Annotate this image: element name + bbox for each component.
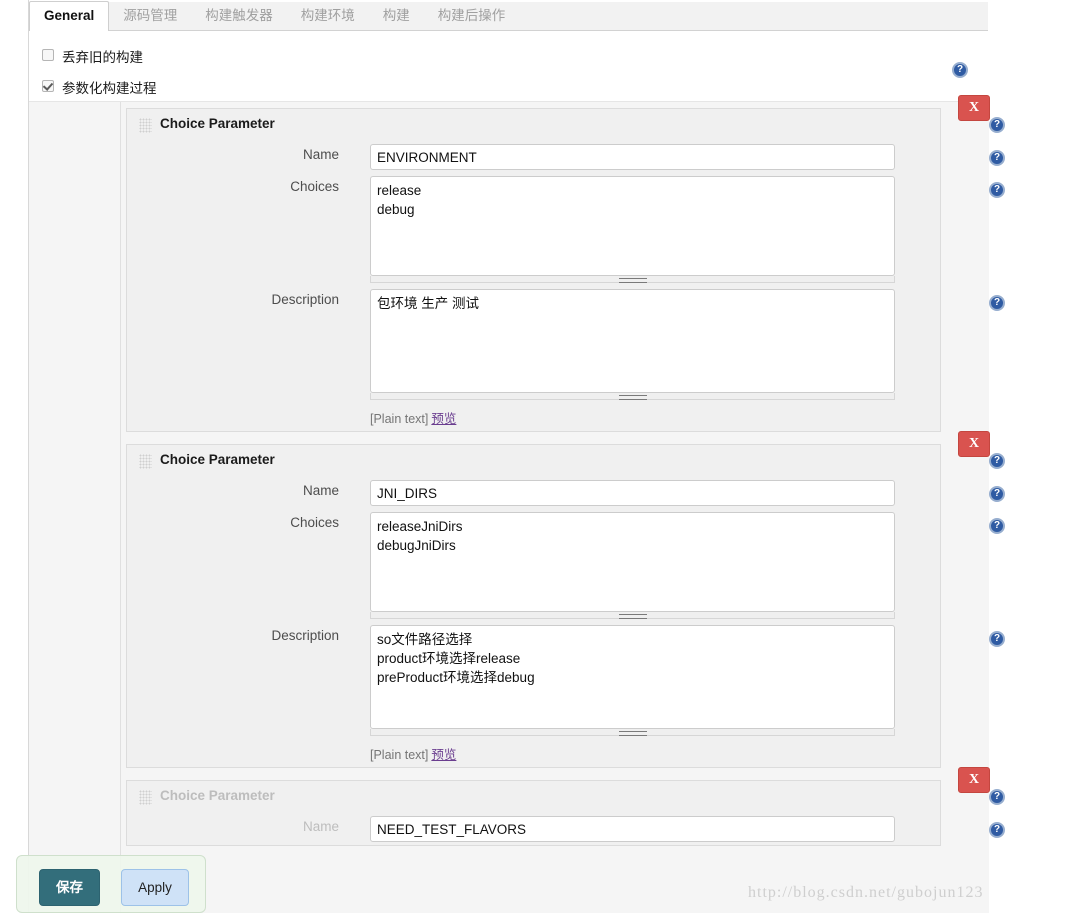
help-icon-parameter-block[interactable]: ?	[989, 117, 1005, 133]
name-input[interactable]	[370, 480, 895, 506]
help-icon-parameter-block[interactable]: ?	[989, 789, 1005, 805]
help-icon-choices[interactable]: ?	[989, 518, 1005, 534]
parameter-block-title: Choice Parameter	[160, 452, 275, 467]
plain-text-label: [Plain text]	[370, 748, 429, 762]
tab-source-management[interactable]: 源码管理	[109, 2, 191, 31]
tab-post-build-actions-label: 构建后操作	[437, 8, 506, 23]
tab-build-triggers-label: 构建触发器	[205, 8, 273, 23]
help-icon-description[interactable]: ?	[989, 295, 1005, 311]
name-field-row: Name ?	[127, 477, 1005, 509]
help-icon-name[interactable]: ?	[989, 822, 1005, 838]
help-icon-name[interactable]: ?	[989, 150, 1005, 166]
config-form-body: 丢弃旧的构建 ? 参数化构建过程 ? Choice Parameter X ?	[29, 31, 1005, 913]
delete-parameter-button[interactable]: X	[958, 95, 990, 121]
description-label: Description	[271, 292, 339, 307]
drag-handle-icon[interactable]	[139, 454, 152, 469]
help-icon-parameter-block[interactable]: ?	[989, 453, 1005, 469]
description-textarea[interactable]: 包环境 生产 测试	[370, 289, 895, 393]
markup-format-row: [Plain text] 预览	[370, 403, 940, 431]
tab-source-management-label: 源码管理	[123, 8, 178, 23]
preview-link[interactable]: 预览	[431, 748, 456, 762]
parameters-region: Choice Parameter X ? Name ? C	[29, 95, 1005, 913]
name-field-wrap	[370, 816, 895, 842]
help-icon-choices[interactable]: ?	[989, 182, 1005, 198]
parameter-block-header: Choice Parameter X ?	[127, 431, 1005, 477]
name-field-row: Name ?	[127, 141, 1005, 173]
name-field-row: Name ?	[127, 813, 1005, 845]
parameter-block-header: Choice Parameter X ?	[127, 95, 1005, 141]
tab-post-build-actions[interactable]: 构建后操作	[424, 2, 520, 31]
jenkins-job-config-page: General 源码管理 构建触发器 构建环境 构建 构建后操作 丢弃旧的构建 …	[0, 0, 1070, 913]
page-left-gutter	[0, 0, 29, 913]
tab-build[interactable]: 构建	[369, 2, 424, 31]
parameterized-build-label: 参数化构建过程	[62, 81, 157, 96]
description-textarea-resize-handle[interactable]	[370, 729, 895, 736]
choices-textarea-resize-handle[interactable]	[370, 276, 895, 283]
save-button[interactable]: 保存	[39, 869, 100, 906]
discard-old-builds-checkbox[interactable]	[42, 49, 54, 61]
preview-link[interactable]: 预览	[431, 412, 456, 426]
name-field-wrap	[370, 144, 895, 170]
choices-field-wrap: release debug	[370, 176, 895, 283]
name-label: Name	[302, 819, 339, 834]
parameterized-build-checkbox[interactable]	[42, 80, 54, 92]
tab-general[interactable]: General	[29, 1, 110, 32]
plain-text-label: [Plain text]	[370, 412, 429, 426]
description-field-wrap: so文件路径选择 product环境选择release preProduct环境…	[370, 625, 895, 736]
apply-button[interactable]: Apply	[121, 869, 189, 906]
choices-field-row: Choices releaseJniDirs debugJniDirs ?	[127, 509, 1005, 622]
name-field-wrap	[370, 480, 895, 506]
choices-label: Choices	[290, 179, 339, 194]
choices-field-row: Choices release debug ?	[127, 173, 1005, 286]
discard-old-builds-label: 丢弃旧的构建	[62, 50, 143, 65]
description-field-row: Description so文件路径选择 product环境选择release …	[127, 622, 1005, 739]
parameter-block-title: Choice Parameter	[160, 788, 275, 803]
parameters-list: Choice Parameter X ? Name ? C	[126, 95, 1005, 858]
choices-field-wrap: releaseJniDirs debugJniDirs	[370, 512, 895, 619]
description-textarea-resize-handle[interactable]	[370, 393, 895, 400]
drag-handle-icon[interactable]	[139, 790, 152, 805]
config-tab-bar: General 源码管理 构建触发器 构建环境 构建 构建后操作	[29, 1, 988, 32]
parameter-block-title: Choice Parameter	[160, 116, 275, 131]
description-field-row: Description 包环境 生产 测试 ?	[127, 286, 1005, 403]
tab-build-environment[interactable]: 构建环境	[287, 2, 369, 31]
description-label: Description	[271, 628, 339, 643]
choices-textarea[interactable]: release debug	[370, 176, 895, 276]
description-textarea[interactable]: so文件路径选择 product环境选择release preProduct环境…	[370, 625, 895, 729]
parameter-block: Choice Parameter X ? Name ? C	[126, 431, 1005, 768]
choices-textarea[interactable]: releaseJniDirs debugJniDirs	[370, 512, 895, 612]
delete-parameter-button[interactable]: X	[958, 767, 990, 793]
name-label: Name	[302, 483, 339, 498]
parameters-inner-panel: Choice Parameter X ? Name ? C	[120, 95, 1005, 913]
tab-general-label: General	[44, 8, 95, 23]
drag-handle-icon[interactable]	[139, 118, 152, 133]
parameter-block: Choice Parameter X ? Name ?	[126, 767, 1005, 846]
discard-old-builds-row: 丢弃旧的构建 ?	[29, 45, 988, 78]
tab-build-environment-label: 构建环境	[300, 8, 355, 23]
tab-build-triggers[interactable]: 构建触发器	[191, 2, 287, 31]
parameter-block: Choice Parameter X ? Name ? C	[126, 95, 1005, 432]
markup-format-row: [Plain text] 预览	[370, 739, 940, 767]
delete-parameter-button[interactable]: X	[958, 431, 990, 457]
name-input[interactable]	[370, 144, 895, 170]
choices-label: Choices	[290, 515, 339, 530]
name-input[interactable]	[370, 816, 895, 842]
help-icon-name[interactable]: ?	[989, 486, 1005, 502]
choices-textarea-resize-handle[interactable]	[370, 612, 895, 619]
tab-build-label: 构建	[382, 8, 410, 23]
name-label: Name	[302, 147, 339, 162]
parameterized-build-row: 参数化构建过程 ?	[29, 76, 988, 140]
description-field-wrap: 包环境 生产 测试	[370, 289, 895, 400]
parameter-block-header: Choice Parameter X ?	[127, 767, 1005, 813]
help-icon-description[interactable]: ?	[989, 631, 1005, 647]
floating-save-bar: 保存 Apply	[16, 855, 206, 913]
